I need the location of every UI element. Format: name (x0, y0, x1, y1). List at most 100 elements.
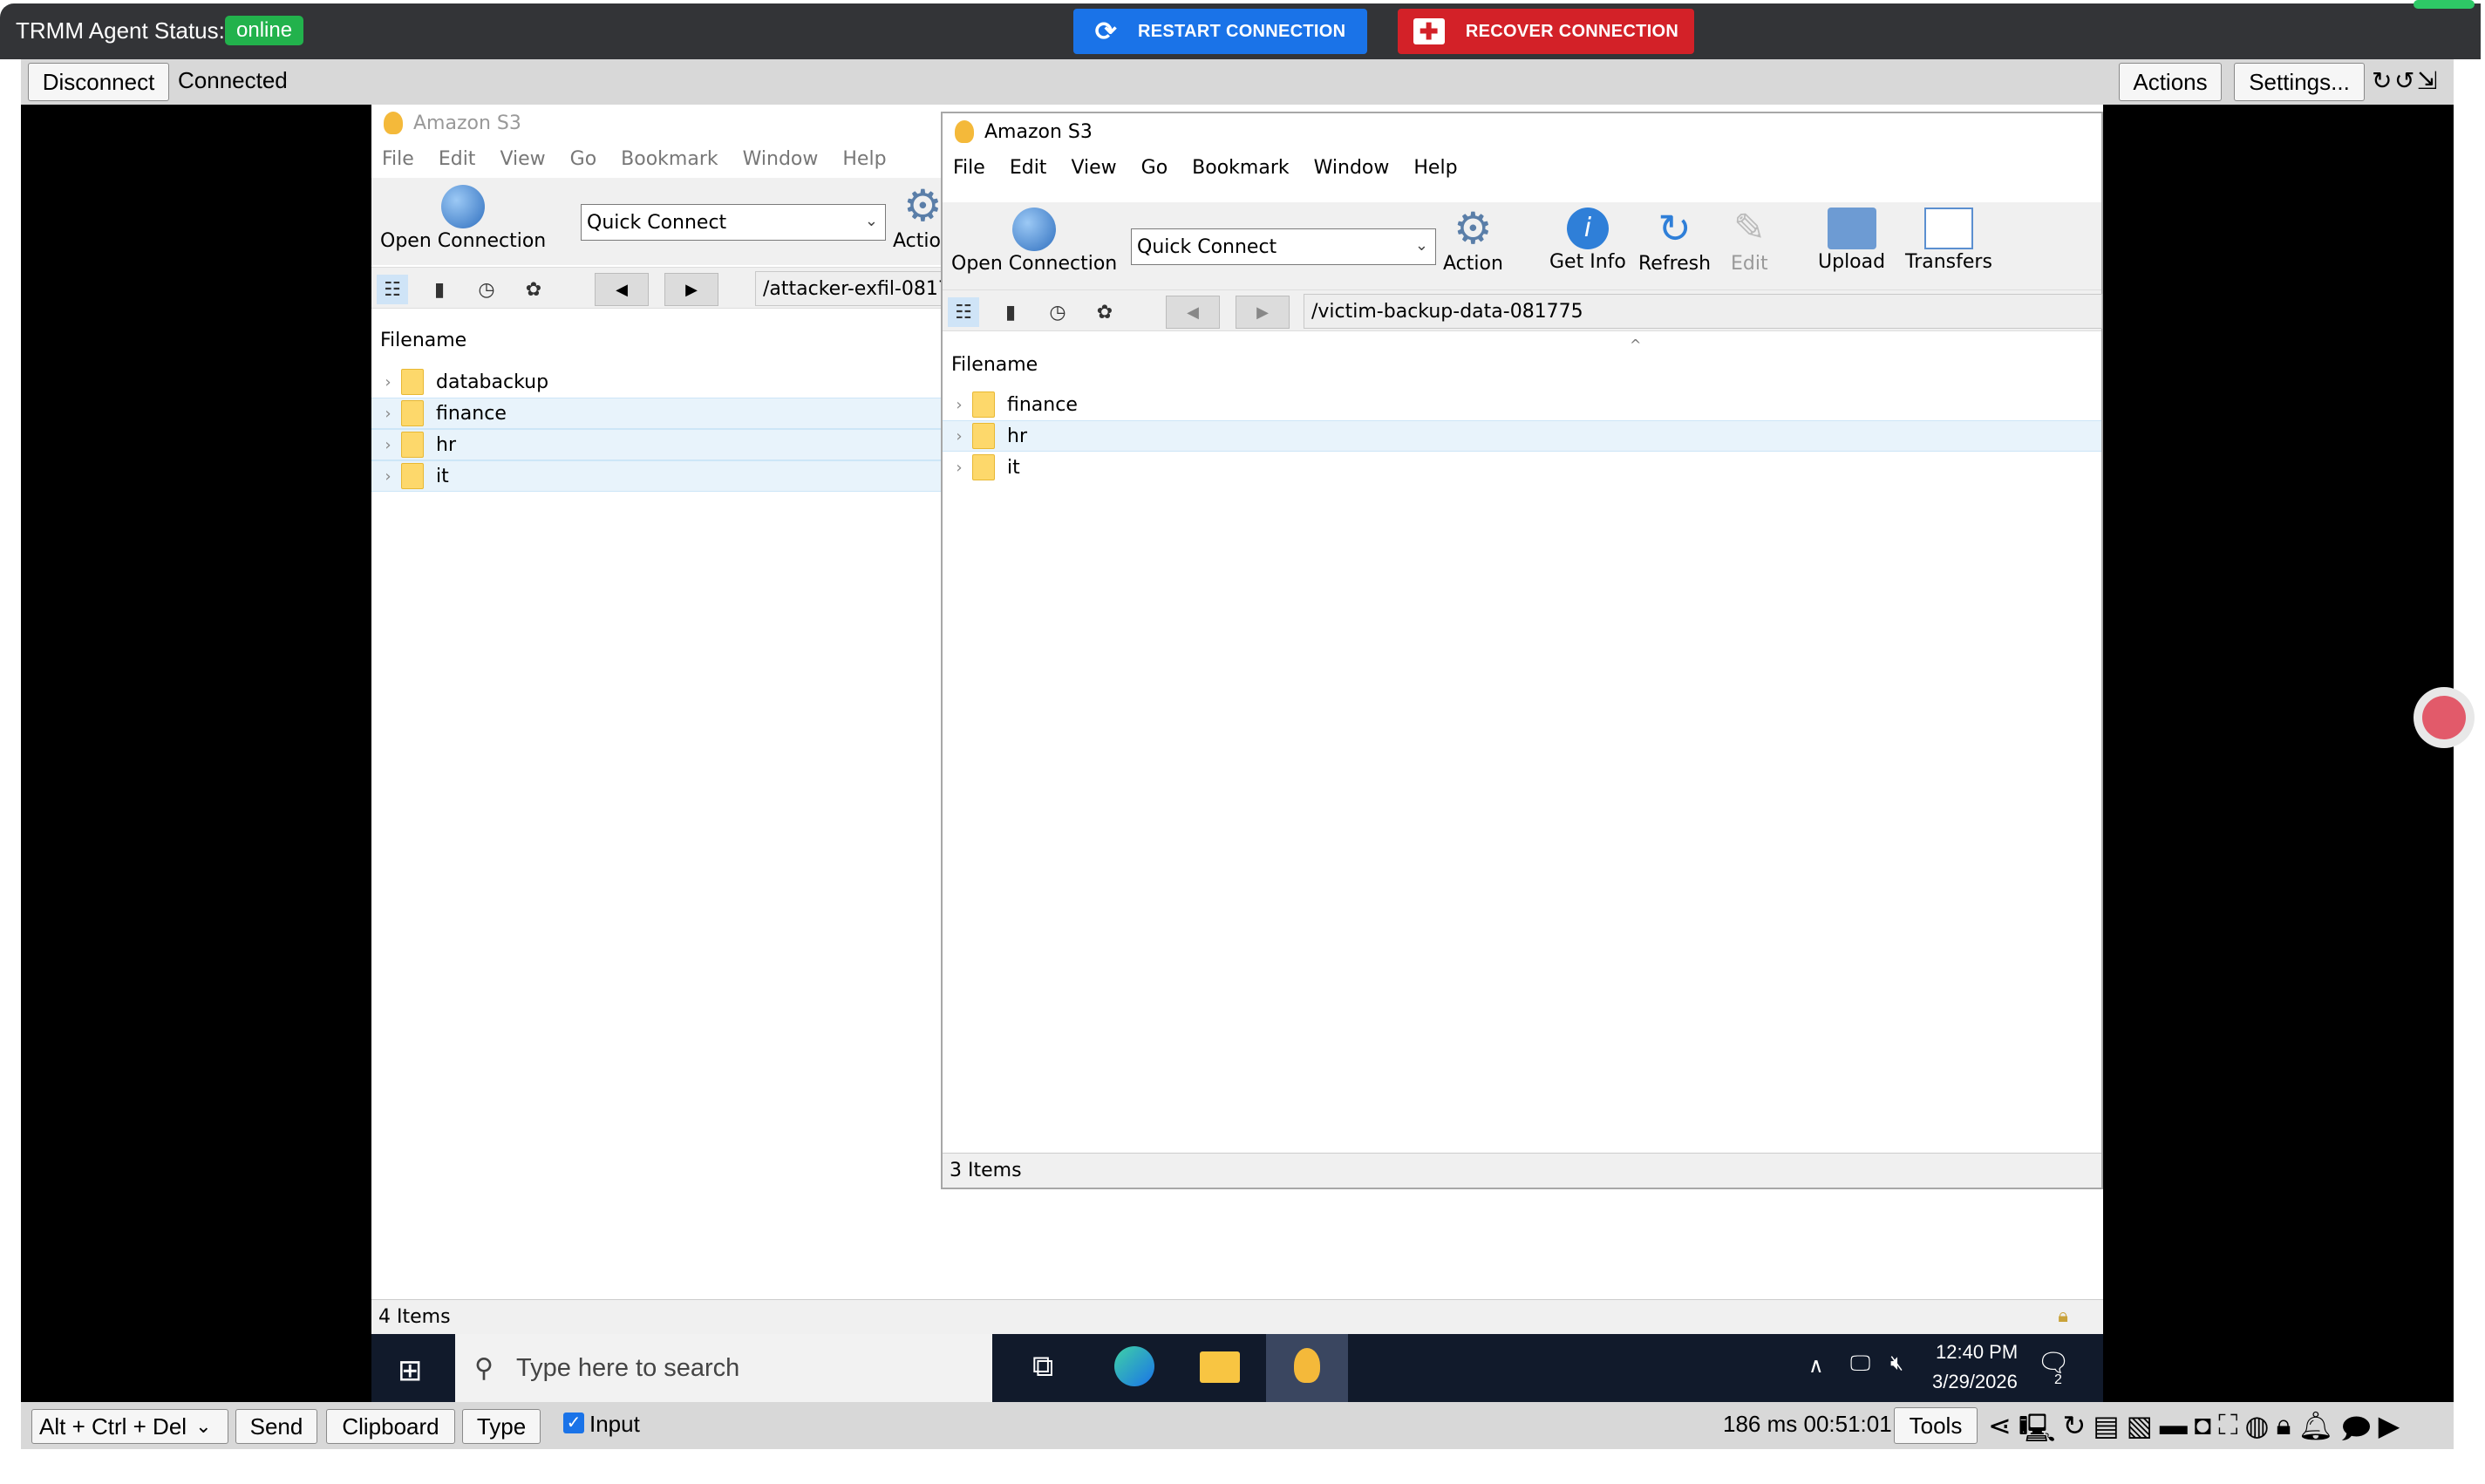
forward-button[interactable]: ▶ (664, 273, 718, 306)
window-title: Amazon S3 (413, 112, 521, 134)
task-view-icon[interactable]: ⧉ (1032, 1350, 1053, 1384)
remote-desktop[interactable]: Amazon S3 File Edit View Go Bookmark Win… (21, 105, 2454, 1402)
menu-view[interactable]: View (500, 148, 545, 170)
volume-muted-icon[interactable]: 🔇︎ (1890, 1351, 1903, 1376)
refresh-button[interactable]: ↻ Refresh (1638, 206, 1711, 275)
share-icon[interactable]: ⋖ (1988, 1409, 2012, 1456)
resize-icon[interactable]: ⇲ (2417, 66, 2437, 95)
transfers-button[interactable]: Transfers (1905, 208, 1992, 273)
filename-column-header[interactable]: Filename (951, 354, 1038, 376)
restart-connection-button[interactable]: ⟳ RESTART CONNECTION (1073, 9, 1367, 54)
history-icon[interactable]: ◷ (1042, 297, 1073, 327)
upload-button[interactable]: Upload (1818, 208, 1885, 273)
chevron-right-icon[interactable]: › (946, 459, 972, 477)
menu-file[interactable]: File (382, 148, 414, 170)
lock-icon[interactable]: 🔒︎ (2276, 1409, 2291, 1456)
chevron-right-icon[interactable]: › (946, 396, 972, 414)
windows-start-icon[interactable]: ⊞ (398, 1353, 423, 1388)
settings-button[interactable]: Settings... (2234, 63, 2365, 101)
menu-window[interactable]: Window (743, 148, 819, 170)
globe-icon[interactable]: ◍ (2245, 1409, 2270, 1456)
edit-button[interactable]: ✎ Edit (1731, 206, 1768, 275)
menu-go[interactable]: Go (570, 148, 597, 170)
menu-view[interactable]: View (1071, 157, 1116, 179)
list-item[interactable]: › it (943, 452, 2101, 483)
chevron-right-icon[interactable]: › (946, 427, 972, 446)
menu-edit[interactable]: Edit (439, 148, 476, 170)
tools-button[interactable]: Tools (1894, 1407, 1978, 1444)
file-transfer-icon[interactable]: ▧ (2127, 1409, 2153, 1456)
open-connection-button[interactable]: Open Connection (380, 185, 546, 252)
list-item[interactable]: › finance (943, 389, 2101, 420)
chat-icon[interactable]: 🗩︎ (2340, 1409, 2372, 1456)
folder-icon (401, 400, 424, 426)
reload-icon[interactable]: ↻ (2063, 1409, 2087, 1456)
quick-connect-select[interactable]: Quick Connect ⌄ (581, 204, 886, 241)
clipboard-button[interactable]: Clipboard (326, 1409, 455, 1444)
menu-bar: File Edit View Go Bookmark Window Help (943, 152, 2101, 183)
menu-help[interactable]: Help (1413, 157, 1457, 179)
bookmark-icon[interactable]: ▮ (424, 275, 455, 304)
taskbar-search[interactable]: ⚲ Type here to search (455, 1334, 992, 1402)
quick-connect-select[interactable]: Quick Connect ⌄ (1131, 228, 1436, 265)
back-button[interactable]: ◀ (595, 273, 649, 306)
back-button[interactable]: ◀ (1166, 296, 1220, 329)
menu-file[interactable]: File (953, 157, 985, 179)
path-field[interactable]: /attacker-exfil-081775 (755, 271, 956, 306)
clock-time[interactable]: 12:40 PM (1936, 1341, 2018, 1364)
path-field[interactable]: /victim-backup-data-081775 (1304, 294, 2102, 329)
menu-edit[interactable]: Edit (1010, 157, 1047, 179)
menu-bookmark[interactable]: Bookmark (1192, 157, 1289, 179)
menu-bookmark[interactable]: Bookmark (621, 148, 718, 170)
forward-button[interactable]: ▶ (1236, 296, 1290, 329)
alert-icon[interactable]: 🔔︎ (2298, 1409, 2333, 1456)
filename-column-header[interactable]: Filename (380, 330, 466, 351)
open-connection-button[interactable]: Open Connection (951, 208, 1117, 275)
clock-date[interactable]: 3/29/2026 (1932, 1371, 2018, 1393)
file-explorer-icon[interactable] (1200, 1351, 1240, 1383)
chevron-up-icon[interactable]: ∧ (1808, 1353, 1824, 1378)
menu-go[interactable]: Go (1141, 157, 1168, 179)
rotate-cw-icon[interactable]: ↻ (2372, 66, 2392, 95)
actions-button[interactable]: Actions (2119, 63, 2222, 101)
play-icon[interactable]: ▶ (2379, 1409, 2400, 1456)
recover-connection-button[interactable]: ✚ RECOVER CONNECTION (1398, 9, 1694, 54)
key-combo-select[interactable]: Alt + Ctrl + Del ⌄ (31, 1409, 228, 1444)
menu-help[interactable]: Help (842, 148, 886, 170)
monitor-icon[interactable]: 🖳︎ (2019, 1409, 2056, 1456)
bonjour-icon[interactable]: ✿ (1089, 297, 1120, 327)
cyberduck-task-icon[interactable] (1266, 1334, 1348, 1402)
duck-icon (384, 112, 403, 134)
bonjour-icon[interactable]: ✿ (518, 275, 549, 304)
network-icon[interactable]: 🖵︎ (1850, 1351, 1870, 1376)
send-button[interactable]: Send (235, 1409, 317, 1444)
type-button[interactable]: Type (462, 1409, 541, 1444)
chevron-right-icon[interactable]: › (375, 405, 401, 423)
clipboard-icon[interactable]: ▤ (2093, 1409, 2119, 1456)
chevron-right-icon[interactable]: › (375, 436, 401, 454)
fullscreen-icon[interactable]: ⛶ (2218, 1409, 2237, 1456)
camera-icon[interactable]: ◘ (2195, 1409, 2211, 1456)
video-icon[interactable]: ▬ (2160, 1409, 2188, 1456)
get-info-button[interactable]: i Get Info (1549, 208, 1626, 273)
chevron-right-icon[interactable]: › (375, 467, 401, 486)
browser-view-icon[interactable]: ☷ (948, 297, 979, 327)
browser-view-icon[interactable]: ☷ (377, 275, 408, 304)
bookmark-icon[interactable]: ▮ (995, 297, 1026, 327)
list-item[interactable]: › hr (943, 420, 2101, 452)
history-icon[interactable]: ◷ (471, 275, 502, 304)
chevron-right-icon[interactable]: › (375, 373, 401, 391)
input-checkbox[interactable]: ✓ (563, 1413, 584, 1433)
rotate-ccw-icon[interactable]: ↺ (2394, 66, 2414, 95)
duck-icon (1294, 1348, 1320, 1383)
menu-window[interactable]: Window (1314, 157, 1390, 179)
cyberduck-window-front[interactable]: Amazon S3 File Edit View Go Bookmark Win… (941, 112, 2103, 1189)
floating-assistant-button[interactable] (2414, 687, 2475, 748)
connection-status-text: Connected (178, 67, 288, 93)
edge-icon[interactable] (1114, 1346, 1154, 1386)
gear-icon: ⚙ (903, 180, 943, 231)
disconnect-button[interactable]: Disconnect (28, 63, 169, 101)
action-label: Action (1443, 253, 1503, 275)
agent-status-badge: online (225, 16, 304, 45)
action-button[interactable]: ⚙ Action (1443, 206, 1503, 275)
